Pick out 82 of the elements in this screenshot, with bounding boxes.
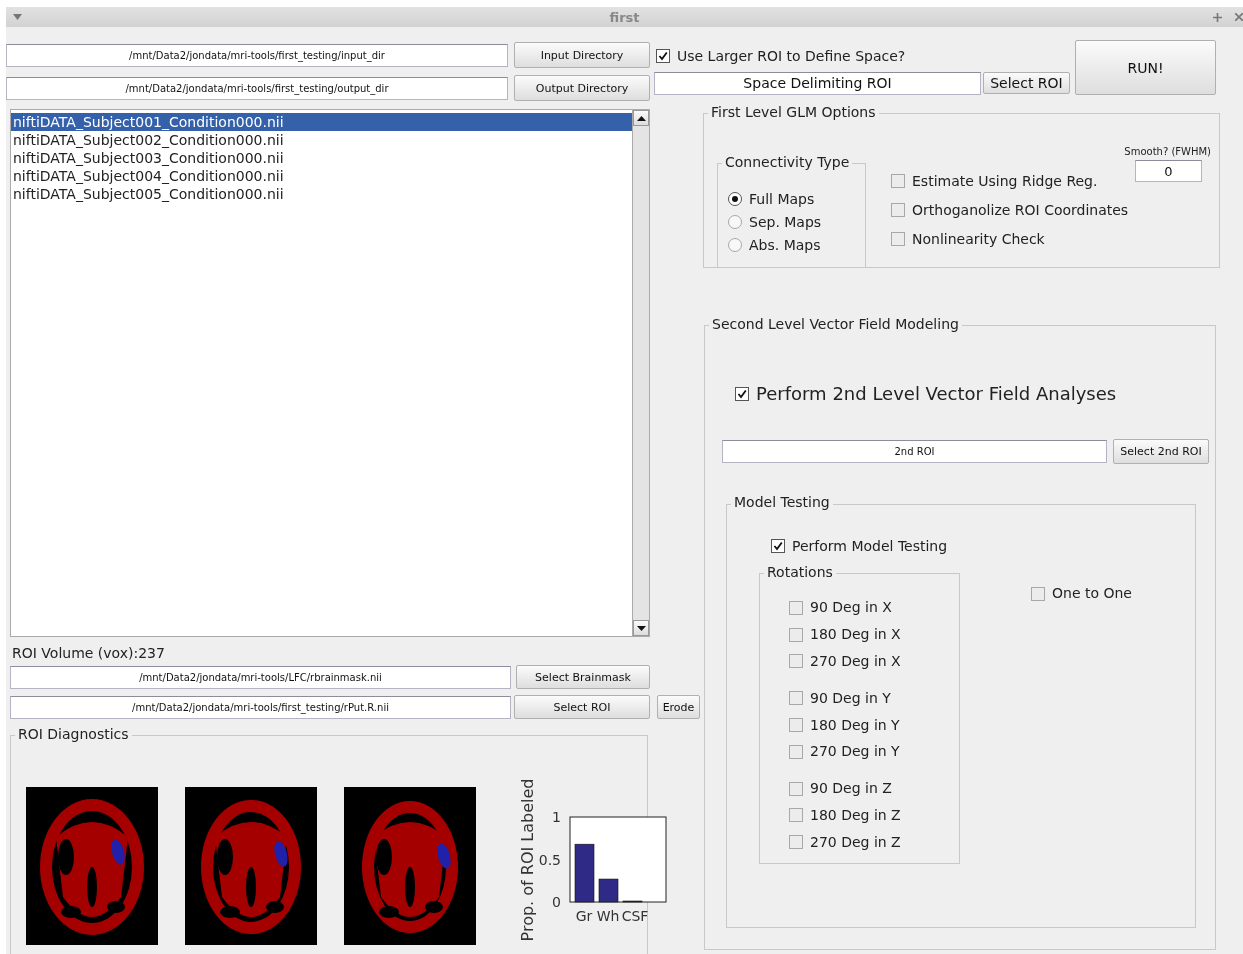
checkbox-label[interactable]: 90 Deg in X	[810, 599, 892, 617]
checkbox-label[interactable]: 270 Deg in X	[810, 653, 901, 670]
radio-button[interactable]	[728, 215, 742, 230]
checkbox[interactable]	[771, 539, 785, 553]
select-roi-button[interactable]: Select ROI	[983, 72, 1070, 95]
checkbox-label[interactable]: 270 Deg in Y	[810, 743, 900, 761]
caret-icon[interactable]	[13, 14, 22, 20]
up-arrow-icon[interactable]	[636, 115, 646, 121]
input-field[interactable]: 2nd ROI	[722, 439, 1107, 463]
roi-volume-label: ROI Volume (vox):237	[12, 645, 165, 661]
checkbox-label[interactable]: 90 Deg in Z	[810, 780, 892, 797]
checkbox[interactable]	[656, 49, 670, 64]
checkbox-label[interactable]: 180 Deg in Y	[810, 716, 900, 734]
smooth-field[interactable]: 0	[1135, 160, 1202, 182]
bar	[622, 900, 643, 903]
input-field[interactable]: /mnt/Data2/jondata/mri-tools/first_testing/input_dir	[6, 43, 508, 67]
checkbox[interactable]	[789, 781, 803, 796]
checkbox-label[interactable]: Perform Model Testing	[792, 537, 948, 555]
checkbox-label[interactable]: Nonlinearity Check	[912, 230, 1045, 248]
down-arrow-icon[interactable]	[636, 625, 646, 631]
checkbox[interactable]	[789, 691, 803, 706]
checkbox-label[interactable]: 90 Deg in Y	[810, 689, 891, 707]
checkbox-label[interactable]: Estimate Using Ridge Reg.	[912, 173, 1098, 190]
tick-label: 0	[552, 894, 561, 910]
select-2nd-roi-button[interactable]: Select 2nd ROI	[1113, 438, 1209, 464]
input-field[interactable]: /mnt/Data2/jondata/mri-tools/LFC/rbrainmask.nii	[10, 665, 511, 689]
checkbox[interactable]	[1031, 586, 1045, 601]
checkbox[interactable]	[735, 386, 749, 401]
radio-label[interactable]: Sep. Maps	[749, 213, 822, 231]
checkbox-label[interactable]: 180 Deg in X	[810, 626, 901, 643]
checkbox[interactable]	[891, 174, 905, 189]
bar	[598, 878, 619, 903]
list-item[interactable]: niftiDATA_Subject003_Condition000.nii	[11, 149, 632, 167]
axis-label: Prop. of ROI Labeled	[518, 778, 537, 942]
radio-label[interactable]: Full Maps	[749, 191, 815, 208]
checkbox[interactable]	[789, 600, 803, 615]
checkbox-label[interactable]: Perform 2nd Level Vector Field Analyses	[756, 383, 1117, 405]
checkbox[interactable]	[789, 627, 803, 642]
checkbox[interactable]	[789, 717, 803, 732]
checkbox-label[interactable]: 270 Deg in Z	[810, 833, 901, 851]
checkbox[interactable]	[891, 232, 905, 246]
run-button[interactable]: RUN!	[1075, 40, 1216, 95]
list-item[interactable]: niftiDATA_Subject002_Condition000.nii	[11, 131, 632, 149]
list-item[interactable]: niftiDATA_Subject004_Condition000.nii	[11, 167, 632, 185]
scrollbar[interactable]	[632, 110, 649, 636]
checkbox[interactable]	[789, 808, 803, 823]
list-item[interactable]: niftiDATA_Subject001_Condition000.nii	[11, 113, 632, 131]
checkbox[interactable]	[891, 203, 905, 218]
group-title: Connectivity Type	[722, 153, 853, 171]
tick-label: 0.5	[538, 851, 561, 868]
output-directory-button[interactable]: Output Directory	[514, 75, 650, 101]
group-title: First Level GLM Options	[708, 103, 879, 121]
select-roi-button[interactable]: Select ROI	[514, 695, 650, 719]
category-label: Wh	[596, 908, 620, 924]
checkbox[interactable]	[789, 835, 803, 850]
input-directory-button[interactable]: Input Directory	[514, 42, 650, 68]
input-field[interactable]: Space Delimiting ROI	[654, 71, 981, 95]
checkbox-label[interactable]: Orthoganolize ROI Coordinates	[912, 201, 1129, 219]
group-title: Model Testing	[731, 494, 833, 511]
checkbox-label[interactable]: 180 Deg in Z	[810, 806, 901, 824]
checkbox-label[interactable]: One to One	[1052, 585, 1132, 603]
radio-button[interactable]	[728, 192, 742, 207]
group-title: ROI Diagnostics	[15, 725, 132, 743]
checkbox[interactable]	[789, 744, 803, 759]
category-label: Gr	[575, 908, 593, 924]
plus-icon[interactable]	[1213, 12, 1222, 22]
group-title: Second Level Vector Field Modeling	[709, 315, 962, 333]
erode-button[interactable]: Erode	[657, 695, 700, 719]
window-title: first	[609, 9, 640, 25]
close-icon[interactable]	[1235, 13, 1243, 21]
radio-label[interactable]: Abs. Maps	[749, 236, 821, 254]
category-label: CSF	[621, 908, 649, 924]
checkbox[interactable]	[789, 654, 803, 669]
smooth-label: Smooth? (FWHM)	[1124, 146, 1211, 157]
checkbox-label[interactable]: Use Larger ROI to Define Space?	[677, 48, 906, 65]
radio-button[interactable]	[728, 238, 742, 252]
list-item[interactable]: niftiDATA_Subject005_Condition000.nii	[11, 185, 632, 203]
tick-label: 1	[552, 809, 561, 825]
bar	[574, 843, 595, 903]
input-field[interactable]: /mnt/Data2/jondata/mri-tools/first_testing/rPut.R.nii	[10, 695, 511, 719]
select-brainmask-button[interactable]: Select Brainmask	[516, 665, 650, 689]
input-field[interactable]: /mnt/Data2/jondata/mri-tools/first_testing/output_dir	[6, 76, 508, 100]
